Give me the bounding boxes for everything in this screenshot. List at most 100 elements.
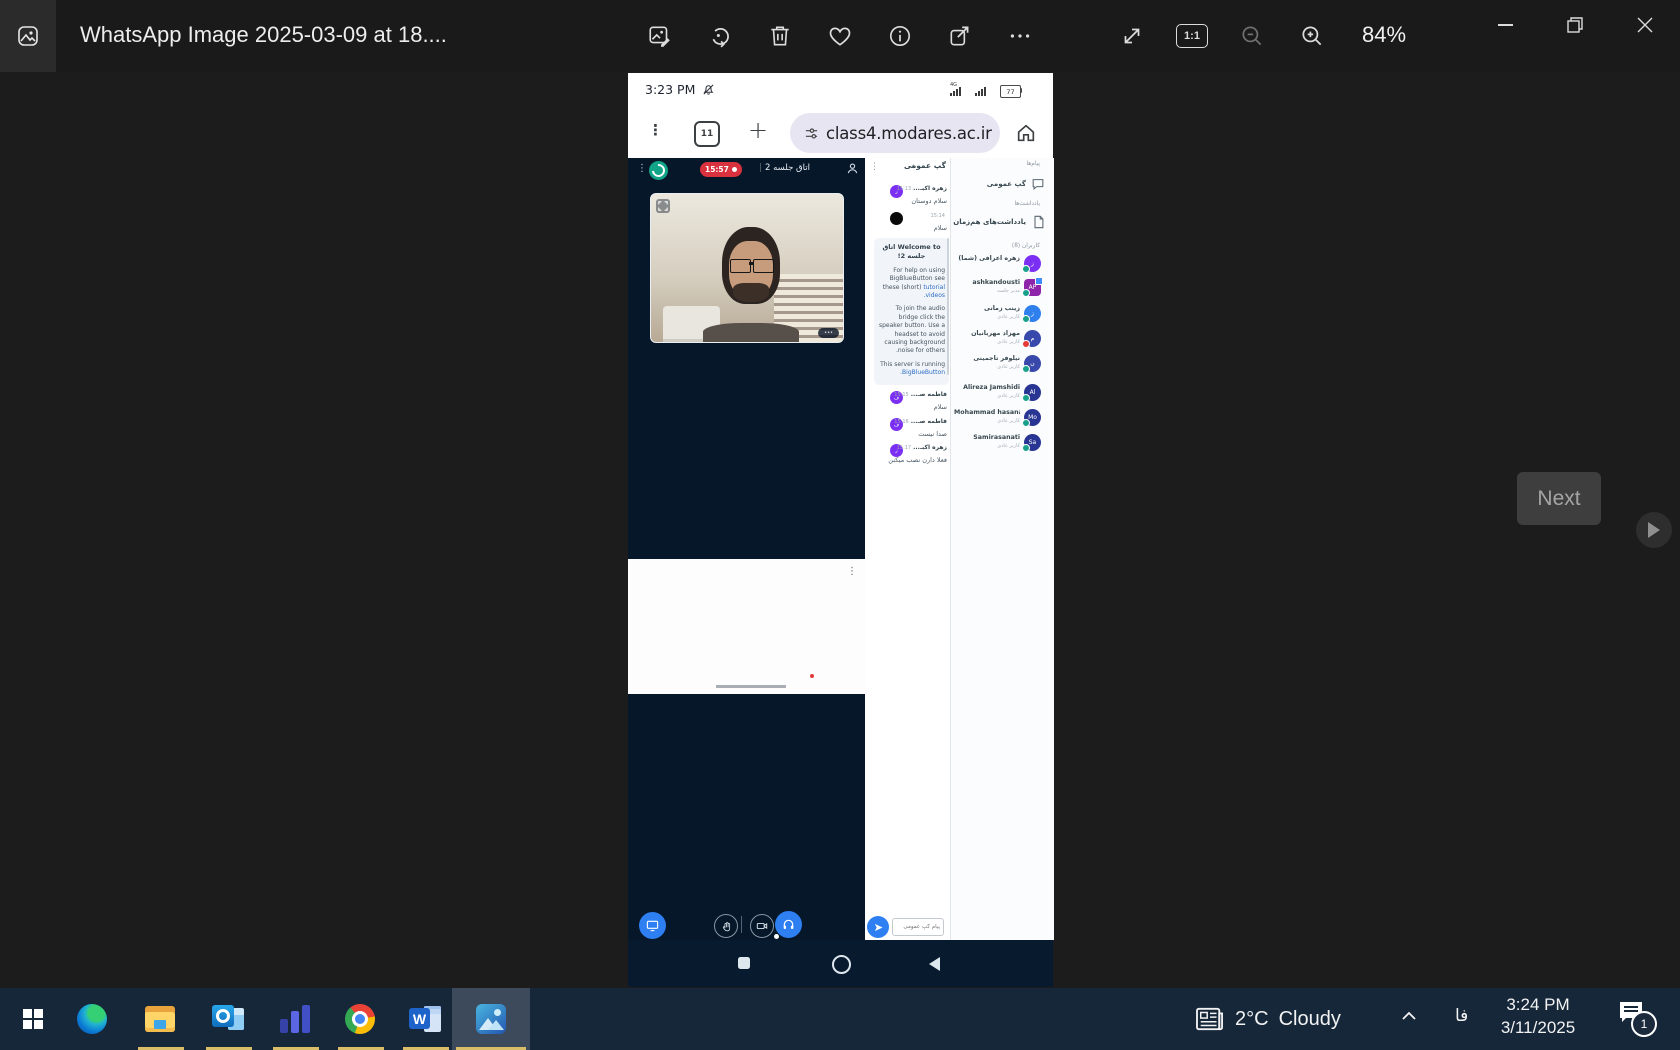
participant-row: Mo Mohammad hasanabadi کاربر عادی [953,408,1050,428]
laser-pointer-dot [810,674,814,678]
status-dot-icon [1022,419,1030,427]
person-beard [733,283,769,302]
delete-button[interactable] [757,13,803,59]
home-circle-icon [832,955,851,974]
status-dot-icon [1022,444,1030,452]
restore-button[interactable] [1546,0,1604,50]
taskbar-chrome[interactable] [329,988,391,1050]
close-button[interactable] [1616,0,1674,50]
glasses-right [753,259,774,273]
weather-widget[interactable]: 2°C Cloudy [1195,988,1420,1050]
taskbar-power-bi[interactable] [264,988,326,1050]
photos-taskbar-icon [476,1004,506,1034]
heart-icon [827,23,853,49]
edit-image-button[interactable] [637,13,683,59]
status-dot-icon [1022,394,1030,402]
favorite-button[interactable] [817,13,863,59]
phone-nav-bar [628,940,1053,987]
send-message-button [867,916,889,938]
participant-row: م مهزاد مهربانیان کاربر عادی [953,329,1050,349]
status-dot-icon [1022,315,1030,323]
browser-menu-icon: ⋮ [648,121,663,139]
close-icon [1636,16,1654,34]
welcome-heading: Welcome to اتاق جلسه 2! [878,243,945,262]
avatar: Mo [1024,409,1041,426]
clock-widget[interactable]: 3:24 PM 3/11/2025 [1468,994,1608,1040]
fullscreen-button[interactable] [1109,13,1155,59]
rotate-button[interactable] [697,13,743,59]
titlebar-divider: | [759,163,762,173]
slide-caption-text [716,685,786,688]
avatar: Al [1024,384,1041,401]
start-button[interactable] [2,988,64,1050]
chat-message-meta: فاطمه صـ...15:16 [897,418,947,425]
phone-clock: 3:23 PM [645,82,695,97]
welcome-audio-text: To join the audio bridge click the speak… [878,305,945,355]
status-dot-icon [1022,365,1030,373]
zoom-in-button[interactable] [1289,13,1335,59]
webcam-expand-icon [656,199,670,213]
photos-logo-icon [16,24,40,48]
minimize-button[interactable] [1476,0,1534,50]
participant-row: AP ashkandousti مدیر جلسه [953,278,1050,298]
signal-icon-sim2 [975,87,986,96]
presentation-slide: ⋮ [628,559,865,694]
photos-titlebar: WhatsApp Image 2025-03-09 at 18.... [0,0,1680,72]
avatar: ز [1024,305,1041,322]
chat-message-input [892,918,944,936]
audio-status-dot [774,934,779,939]
bbb-stage-area: ⋮ 15:57 | اتاق جلسه 2 ••• [628,158,865,940]
minimize-icon [1498,24,1513,26]
battery-nub [1020,88,1022,93]
chat-message-meta: زهره اکبـ...15:17 [897,444,947,451]
status-dot-icon [1022,340,1030,348]
webcam-video-tile: ••• [650,193,844,343]
controls-divider [741,916,742,933]
language-indicator[interactable]: فا [1455,1006,1468,1026]
recording-indicator: 15:57 [700,162,742,177]
next-image-button[interactable]: Next [1517,472,1601,525]
zoom-out-button[interactable] [1229,13,1275,59]
next-arrow-button[interactable] [1636,512,1672,548]
chat-options-icon: ⋮ [870,162,879,172]
taskbar-file-explorer[interactable] [129,988,191,1050]
weather-temp: 2°C [1235,1008,1269,1031]
action-center-button[interactable]: 1 [1618,1000,1644,1024]
photos-app-logo-tile [0,0,56,72]
tray-chevron-button[interactable] [1398,1006,1420,1028]
chat-message-text: سلام [873,224,947,232]
actual-size-button[interactable]: 1:1 [1169,13,1215,59]
screen-icon [646,919,659,932]
camera-button [750,914,774,938]
edit-image-icon [647,23,673,49]
taskbar-edge[interactable] [61,988,123,1050]
participant-row: ز زینب زمانی کاربر عادی [953,304,1050,324]
taskbar-photos-active-tile[interactable] [452,988,530,1050]
tutorial-videos-link: tutorial videos. [923,284,945,299]
chat-welcome-card: Welcome to اتاق جلسه 2! For help on usin… [874,238,949,385]
chat-message-meta: زهره اکبـ...15:13 [897,185,947,192]
chat-header-title: گپ عمومی [917,161,946,170]
headphones-icon [782,918,795,931]
more-button[interactable] [997,13,1043,59]
screenshare-button [639,912,666,939]
battery-percent: 77 [1006,88,1014,96]
windows-taskbar: W 2°C Cloudy فا 3:24 PM 3/11/2025 [0,988,1680,1050]
glasses-bridge [749,262,753,265]
public-chat-item: گپ عمومی [987,180,1026,188]
photo-content-phone-screenshot: 3:23 PM 4G 77 ⋮ 11 + class4.modares.ac.i… [628,73,1053,987]
browser-home-icon [1015,122,1037,144]
taskbar-word[interactable]: W [394,988,456,1050]
signal-icon-sim1: 4G [950,83,961,96]
share-icon [947,23,973,49]
participants-icon [846,162,859,175]
chat-message-meta: 15:14 [897,212,947,219]
slide-options-icon: ⋮ [847,566,857,577]
send-icon [873,922,884,933]
taskbar-outlook[interactable] [197,988,259,1050]
share-button[interactable] [937,13,983,59]
info-button[interactable] [877,13,923,59]
raise-hand-button [714,914,738,938]
power-bi-icon [280,1005,310,1033]
edge-icon [77,1004,107,1034]
